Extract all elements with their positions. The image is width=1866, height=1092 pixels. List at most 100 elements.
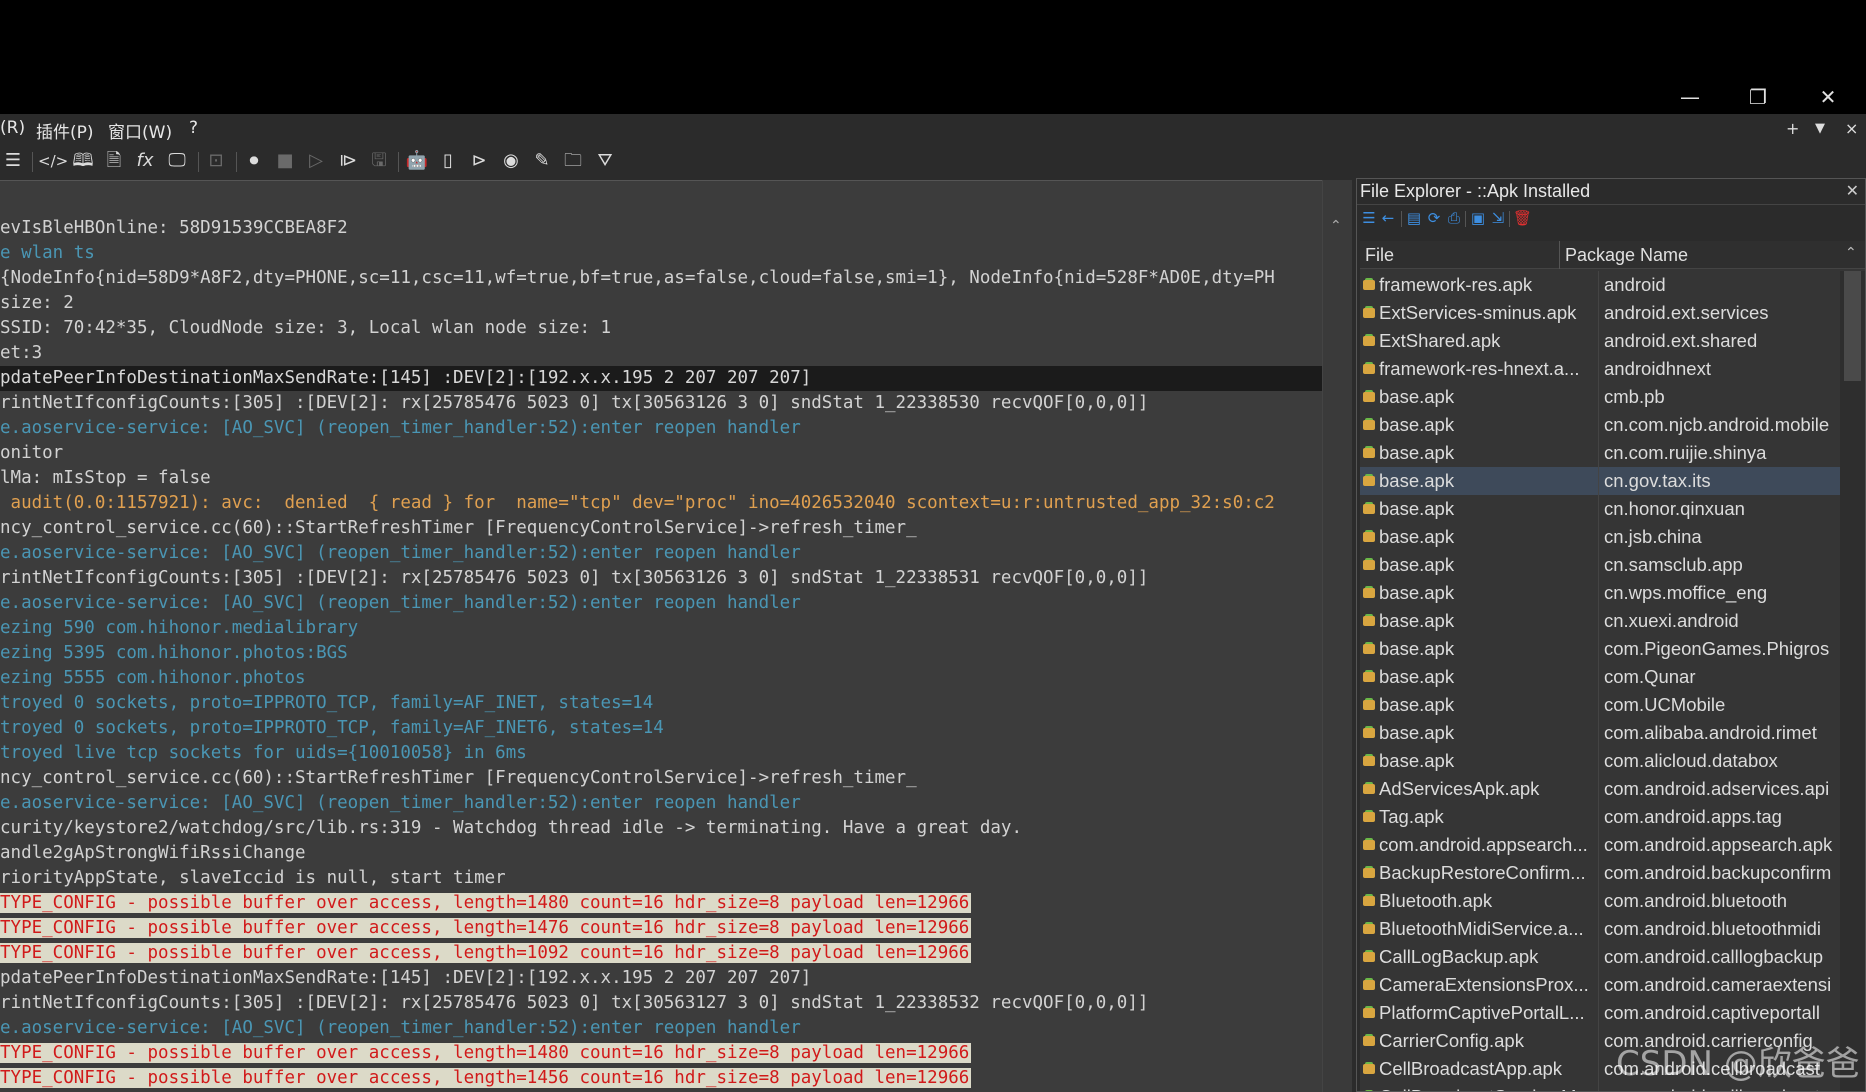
apk-row[interactable]: base.apk cmb.pb — [1360, 383, 1840, 411]
log-line[interactable]: andle2gApStrongWifiRssiChange — [0, 841, 1322, 866]
function-icon[interactable]: fx — [132, 148, 158, 174]
menu-help[interactable]: ? — [189, 118, 198, 138]
apk-table-scrollbar[interactable] — [1840, 271, 1865, 1091]
list-icon[interactable]: ☰ — [0, 148, 26, 174]
minimize-button[interactable]: — — [1660, 80, 1720, 114]
log-line[interactable]: e wlan ts — [0, 241, 1322, 266]
apk-row[interactable]: base.apk com.alicloud.databox — [1360, 747, 1840, 775]
refresh-icon[interactable]: ⟳ — [1425, 209, 1443, 227]
add-tab-button[interactable]: + — [1786, 119, 1799, 138]
menu-plugins[interactable]: 插件(P) — [36, 118, 94, 143]
apk-row[interactable]: Tag.apk com.android.apps.tag — [1360, 803, 1840, 831]
record-icon[interactable]: ⏺ — [241, 148, 267, 174]
properties-icon[interactable]: ▤ — [1405, 209, 1423, 227]
log-line[interactable]: size: 2 — [0, 291, 1322, 316]
stop-icon[interactable]: ■ — [272, 148, 298, 174]
log-line[interactable]: rintNetIfconfigCounts:[305] :[DEV[2]: rx… — [0, 991, 1322, 1016]
close-button[interactable]: ✕ — [1798, 80, 1858, 114]
menu-window[interactable]: 窗口(W) — [108, 118, 172, 143]
edit-icon[interactable]: ✎ — [529, 148, 555, 174]
log-line[interactable]: e.aoservice-service: [AO_SVC] (reopen_ti… — [0, 416, 1322, 441]
log-line[interactable]: et:3 — [0, 341, 1322, 366]
book-icon[interactable]: 🕮 — [70, 148, 96, 174]
apk-row[interactable]: base.apk cn.com.njcb.android.mobile — [1360, 411, 1840, 439]
scroll-thumb[interactable] — [1844, 271, 1861, 381]
apk-row[interactable]: AdServicesApk.apk com.android.adservices.… — [1360, 775, 1840, 803]
apk-row[interactable]: base.apk cn.gov.tax.its — [1360, 467, 1840, 495]
apk-row[interactable]: base.apk cn.wps.moffice_eng — [1360, 579, 1840, 607]
document-icon[interactable]: 🗎 — [101, 148, 127, 174]
log-line[interactable]: ezing 5395 com.hihonor.photos:BGS — [0, 641, 1322, 666]
apk-row[interactable]: framework-res-hnext.a... androidhnext — [1360, 355, 1840, 383]
log-line[interactable]: troyed live tcp sockets for uids={100100… — [0, 741, 1322, 766]
log-line[interactable]: ncy_control_service.cc(60)::StartRefresh… — [0, 766, 1322, 791]
apk-row[interactable]: framework-res.apk android — [1360, 271, 1840, 299]
log-scrollbar[interactable]: ⌃ — [1322, 180, 1352, 1092]
log-line[interactable]: rintNetIfconfigCounts:[305] :[DEV[2]: rx… — [0, 566, 1322, 591]
play-icon[interactable]: ▷ — [303, 148, 329, 174]
camera-icon[interactable]: ◉ — [498, 148, 524, 174]
apk-row[interactable]: BackupRestoreConfirm... com.android.backu… — [1360, 859, 1840, 887]
log-line[interactable]: e.aoservice-service: [AO_SVC] (reopen_ti… — [0, 791, 1322, 816]
list-view-icon[interactable]: ☰ — [1360, 209, 1378, 227]
print-icon[interactable]: ⎙ — [1445, 209, 1463, 227]
menu-run[interactable]: (R) — [0, 118, 25, 138]
scroll-up-icon[interactable]: ⌃ — [1330, 218, 1342, 234]
terminal-icon[interactable]: ⊳ — [466, 148, 492, 174]
back-arrow-icon[interactable]: ← — [1379, 209, 1397, 227]
apk-row[interactable]: base.apk cn.xuexi.android — [1360, 607, 1840, 635]
apk-row[interactable]: CallLogBackup.apk com.android.calllogback… — [1360, 943, 1840, 971]
export-icon[interactable]: ⇲ — [1489, 209, 1507, 227]
log-line[interactable]: TYPE_CONFIG - possible buffer over acces… — [0, 891, 1322, 916]
column-package-name[interactable]: Package Name — [1565, 245, 1688, 266]
apk-row[interactable]: base.apk com.UCMobile — [1360, 691, 1840, 719]
log-line[interactable]: TYPE_CONFIG - possible buffer over acces… — [0, 1041, 1322, 1066]
code-icon[interactable]: </> — [38, 148, 68, 174]
log-line[interactable]: {NodeInfo{nid=58D9*A8F2,dty=PHONE,sc=11,… — [0, 266, 1322, 291]
filter-icon[interactable]: ⛛ — [592, 148, 618, 174]
camera-focus-icon[interactable]: ⊡ — [203, 148, 229, 174]
apk-row[interactable]: ExtShared.apk android.ext.shared — [1360, 327, 1840, 355]
log-line[interactable]: e.aoservice-service: [AO_SVC] (reopen_ti… — [0, 1016, 1322, 1041]
file-explorer-close-button[interactable]: ✕ — [1846, 181, 1859, 200]
apk-row[interactable]: ExtServices-sminus.apk android.ext.servic… — [1360, 299, 1840, 327]
apk-row[interactable]: base.apk cn.jsb.china — [1360, 523, 1840, 551]
apk-row[interactable]: base.apk com.PigeonGames.Phigros — [1360, 635, 1840, 663]
column-file[interactable]: File — [1365, 245, 1394, 266]
delete-icon[interactable]: 🗑 — [1513, 209, 1532, 227]
log-line[interactable]: pdatePeerInfoDestinationMaxSendRate:[145… — [0, 366, 1322, 391]
log-line[interactable]: curity/keystore2/watchdog/src/lib.rs:319… — [0, 816, 1322, 841]
log-line[interactable]: evIsBleHBOnline: 58D91539CCBEA8F2 — [0, 216, 1322, 241]
apk-row[interactable]: base.apk com.alibaba.android.rimet — [1360, 719, 1840, 747]
log-line[interactable]: rintNetIfconfigCounts:[305] :[DEV[2]: rx… — [0, 391, 1322, 416]
log-line[interactable]: ncy_control_service.cc(60)::StartRefresh… — [0, 516, 1322, 541]
log-line[interactable]: ezing 5555 com.hihonor.photos — [0, 666, 1322, 691]
apk-row[interactable]: BluetoothMidiService.a... com.android.blu… — [1360, 915, 1840, 943]
log-line[interactable]: SSID: 70:42*35, CloudNode size: 3, Local… — [0, 316, 1322, 341]
log-line[interactable]: e.aoservice-service: [AO_SVC] (reopen_ti… — [0, 591, 1322, 616]
log-line[interactable]: e.aoservice-service: [AO_SVC] (reopen_ti… — [0, 541, 1322, 566]
apk-row[interactable]: base.apk cn.samsclub.app — [1360, 551, 1840, 579]
log-line[interactable]: lMa: mIsStop = false — [0, 466, 1322, 491]
log-line[interactable]: ezing 590 com.hihonor.medialibrary — [0, 616, 1322, 641]
log-line[interactable]: audit(0.0:1157921): avc: denied { read }… — [0, 491, 1322, 516]
log-line[interactable]: riorityAppState, slaveIccid is null, sta… — [0, 866, 1322, 891]
screen-icon[interactable]: 🖵 — [164, 148, 190, 174]
close-tab-button[interactable]: × — [1845, 119, 1858, 138]
android-icon[interactable]: 🤖 — [404, 148, 430, 174]
apk-row[interactable]: PlatformCaptivePortalL... com.android.cap… — [1360, 999, 1840, 1027]
apk-row[interactable]: com.android.appsearch... com.android.apps… — [1360, 831, 1840, 859]
phone-icon[interactable]: ▯ — [435, 148, 461, 174]
log-line[interactable]: troyed 0 sockets, proto=IPPROTO_TCP, fam… — [0, 716, 1322, 741]
log-line[interactable]: troyed 0 sockets, proto=IPPROTO_TCP, fam… — [0, 691, 1322, 716]
apk-row[interactable]: CameraExtensionsProx... com.android.camer… — [1360, 971, 1840, 999]
apk-row[interactable]: Bluetooth.apk com.android.bluetooth — [1360, 887, 1840, 915]
log-line[interactable]: TYPE_CONFIG - possible buffer over acces… — [0, 1066, 1322, 1091]
apk-row[interactable]: base.apk cn.honor.qinxuan — [1360, 495, 1840, 523]
scroll-up-icon[interactable]: ⌃ — [1845, 245, 1857, 261]
log-line[interactable]: TYPE_CONFIG - possible buffer over acces… — [0, 941, 1322, 966]
log-line[interactable]: onitor — [0, 441, 1322, 466]
log-view[interactable]: evIsBleHBOnline: 58D91539CCBEA8F2 e wlan … — [0, 180, 1322, 1092]
save-icon[interactable]: 🖫 — [366, 148, 392, 174]
apk-row[interactable]: base.apk com.Qunar — [1360, 663, 1840, 691]
